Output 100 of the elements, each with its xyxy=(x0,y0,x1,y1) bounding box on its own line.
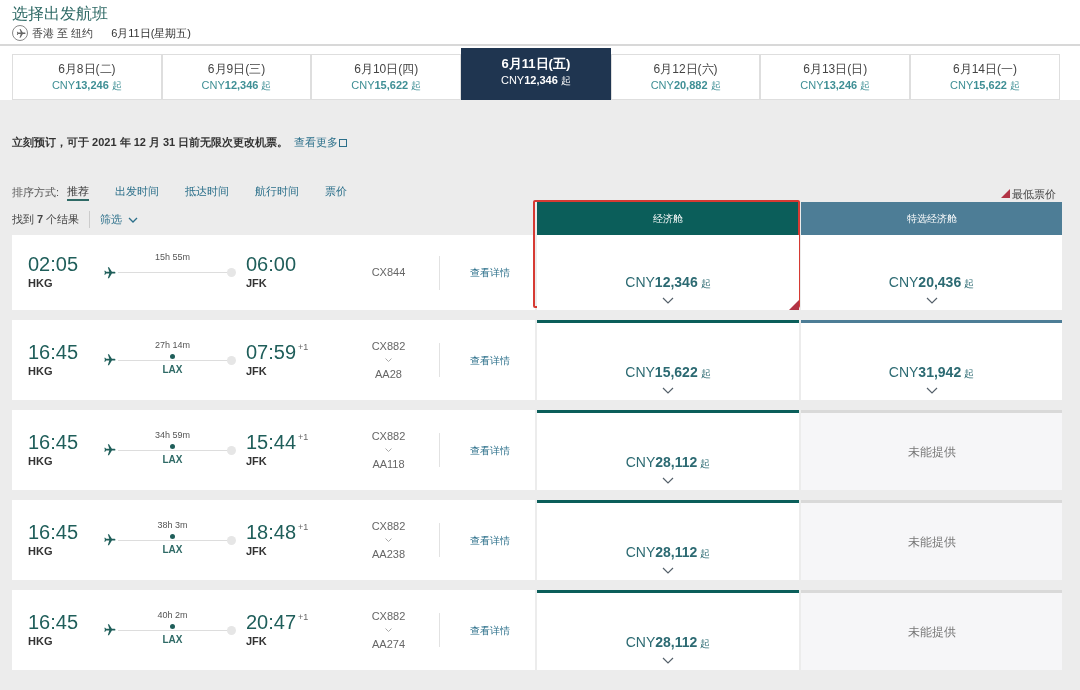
date-label: 6月13日(日) xyxy=(803,61,868,77)
chevron-down-icon[interactable] xyxy=(662,297,674,304)
date-price: CNY12,346 xyxy=(500,73,558,88)
stop-airport: LAX xyxy=(161,542,184,557)
stop-airport: LAX xyxy=(161,452,184,467)
fare-cell[interactable]: CNY15,622 起 xyxy=(537,320,799,400)
price-suffix: 起 xyxy=(261,79,272,93)
flight-duration: 38h 3m xyxy=(156,518,189,532)
details-link[interactable]: 查看详情 xyxy=(470,265,510,280)
sort-option[interactable]: 票价 xyxy=(325,182,348,202)
details-link[interactable]: 查看详情 xyxy=(470,622,510,638)
notice-text: 立刻预订，可于 2021 年 12 月 31 日前无限次更改机票。 xyxy=(12,134,289,150)
sort-option[interactable]: 出发时间 xyxy=(115,182,160,202)
airplane-icon xyxy=(102,533,116,547)
price-suffix: 起 xyxy=(964,277,975,291)
date-tab[interactable]: 6月12日(六) CNY20,882 起 xyxy=(610,54,761,100)
fare-price: CNY28,112 xyxy=(625,543,698,562)
airplane-icon xyxy=(102,265,116,280)
details-link[interactable]: 查看详情 xyxy=(470,352,510,368)
chevron-down-icon[interactable] xyxy=(662,477,674,484)
date-tab[interactable]: 6月10日(四) CNY15,622 起 xyxy=(311,54,462,100)
result-count: 找到 7 个结果 xyxy=(12,211,91,228)
fare-price: CNY28,112 xyxy=(625,453,698,472)
date-tab[interactable]: 6月14日(一) CNY15,622 起 xyxy=(910,54,1060,100)
chevron-down-icon[interactable] xyxy=(662,387,674,394)
price-suffix: 起 xyxy=(1009,79,1020,93)
date-label: 6月12日(六) xyxy=(653,61,718,77)
price-suffix: 起 xyxy=(111,79,122,93)
details-link[interactable]: 查看详情 xyxy=(470,532,510,548)
flight-duration: 40h 2m xyxy=(156,608,189,622)
sort-option[interactable]: 航行时间 xyxy=(255,182,300,202)
date-price: CNY15,622 xyxy=(351,78,409,93)
sort-option[interactable]: 抵达时间 xyxy=(185,182,230,202)
departure-time: 16:45 xyxy=(28,520,80,543)
legend-text: 最低票价 xyxy=(1012,186,1056,202)
flight-duration: 27h 14m xyxy=(154,338,191,352)
date-tab[interactable]: 6月11日(五) CNY12,346 起 xyxy=(461,48,611,100)
date-label: 6月10日(四) xyxy=(354,61,419,77)
date-price: CNY12,346 xyxy=(201,78,259,93)
flight-duration: 15h 55m xyxy=(154,251,191,264)
price-suffix: 起 xyxy=(700,367,711,381)
price-suffix: 起 xyxy=(964,367,975,381)
fare-cell[interactable]: CNY12,346 起 xyxy=(537,235,799,310)
date-tab[interactable]: 6月8日(二) CNY13,246 起 xyxy=(12,54,162,100)
arrival-time: 15:44 xyxy=(246,430,297,453)
airplane-icon xyxy=(102,353,116,367)
date-tab[interactable]: 6月9日(三) CNY12,346 起 xyxy=(161,54,312,100)
chevron-down-icon[interactable] xyxy=(925,297,938,304)
departure-time: 16:45 xyxy=(28,340,80,363)
fare-cell[interactable]: CNY20,436 起 xyxy=(801,235,1062,310)
date-label: 6月14日(一) xyxy=(952,61,1017,77)
fare-cell[interactable]: CNY28,112 起 xyxy=(537,410,799,490)
date-text: 6月11日(星期五) xyxy=(111,26,191,41)
fare-cell[interactable]: CNY28,112 起 xyxy=(537,500,799,580)
price-suffix: 起 xyxy=(700,457,711,471)
price-suffix: 起 xyxy=(700,277,711,291)
departure-airport: HKG xyxy=(28,276,54,292)
connection-chevron-icon xyxy=(385,448,392,452)
date-label: 6月8日(二) xyxy=(58,61,116,77)
airplane-icon xyxy=(102,623,116,637)
flight-number: CX882 xyxy=(371,428,406,444)
filter-button[interactable]: 筛选 xyxy=(100,211,139,228)
arrival-time: 20:47 xyxy=(246,610,297,633)
sort-option[interactable]: 推荐 xyxy=(67,182,90,202)
fare-price: CNY31,942 xyxy=(888,363,962,382)
fare-cell[interactable]: CNY28,112 起 xyxy=(537,590,799,670)
details-link[interactable]: 查看详情 xyxy=(470,442,510,458)
unavailable-text: 未能提供 xyxy=(907,623,956,641)
chevron-down-icon[interactable] xyxy=(662,567,674,574)
see-more-link[interactable]: 查看更多 xyxy=(294,133,349,151)
flight-duration: 34h 59m xyxy=(154,428,191,442)
flight-number: CX882 xyxy=(371,338,406,354)
chevron-down-icon xyxy=(128,216,139,223)
flight-number: AA238 xyxy=(372,547,405,562)
connection-chevron-icon xyxy=(385,628,392,632)
date-label: 6月9日(三) xyxy=(207,61,266,77)
date-price: CNY13,246 xyxy=(51,78,109,93)
flight-number: CX844 xyxy=(371,265,406,281)
departure-airport: HKG xyxy=(28,543,54,559)
fare-price: CNY28,112 xyxy=(625,633,698,652)
date-price: CNY20,882 xyxy=(650,78,708,93)
fare-price: CNY15,622 xyxy=(625,363,698,382)
date-price: CNY13,246 xyxy=(800,78,858,93)
departure-airport: HKG xyxy=(28,363,54,379)
date-tab[interactable]: 6月13日(日) CNY13,246 起 xyxy=(760,54,911,100)
departure-time: 16:45 xyxy=(28,430,80,453)
price-suffix: 起 xyxy=(700,547,711,561)
connection-chevron-icon xyxy=(385,358,392,362)
chevron-down-icon[interactable] xyxy=(662,657,674,664)
connection-chevron-icon xyxy=(385,538,392,542)
lowest-price-marker-icon xyxy=(1001,189,1010,199)
chevron-down-icon[interactable] xyxy=(925,387,938,394)
flight-number: CX882 xyxy=(371,608,406,624)
price-suffix: 起 xyxy=(700,637,711,651)
departure-time: 02:05 xyxy=(28,253,80,276)
fare-cell[interactable]: CNY31,942 起 xyxy=(801,320,1062,400)
day-offset: +1 xyxy=(298,610,309,624)
stop-airport: LAX xyxy=(161,632,184,647)
date-label: 6月11日(五) xyxy=(501,56,571,72)
day-offset: +1 xyxy=(298,340,309,354)
